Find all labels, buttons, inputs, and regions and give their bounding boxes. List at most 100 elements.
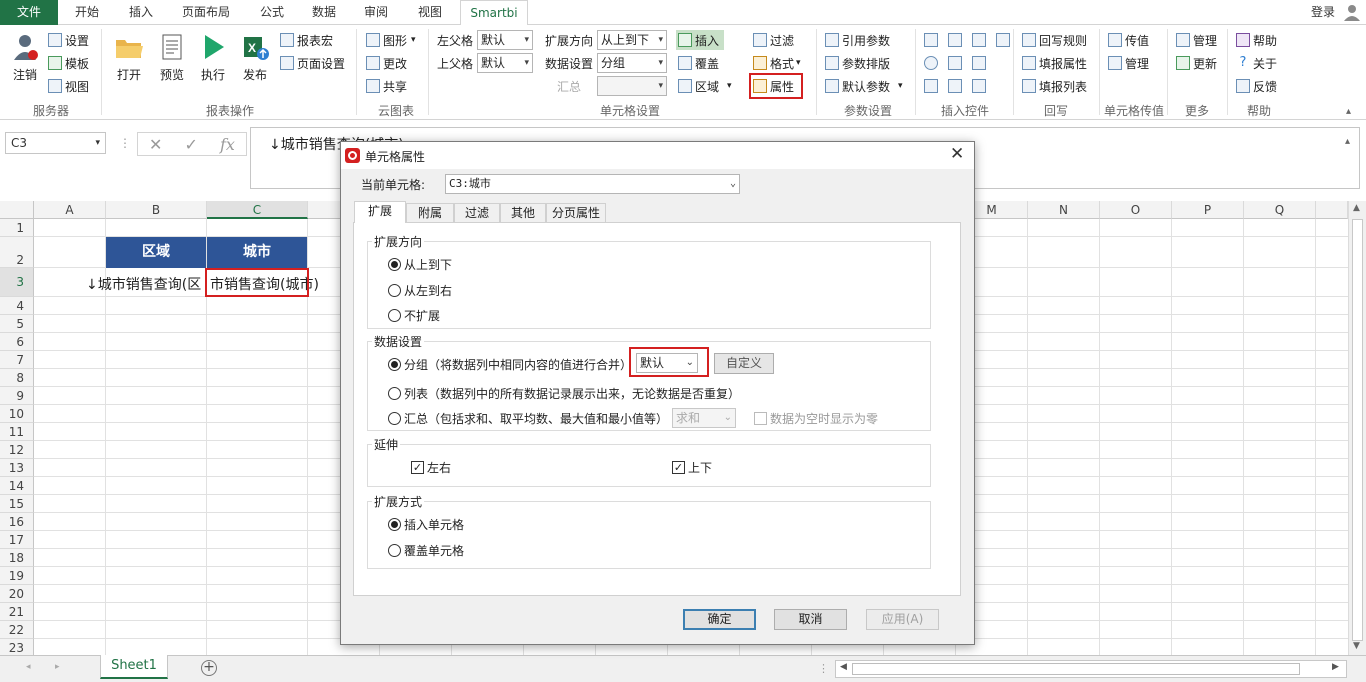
param-layout-button[interactable]: 参数排版 <box>825 53 890 73</box>
summary-func-select[interactable]: 求和 ⌄ <box>672 408 736 428</box>
header-cell-city[interactable]: 城市 <box>207 237 307 268</box>
scroll-up-icon[interactable]: ▲ <box>1353 203 1360 213</box>
format-button[interactable]: 格式 ▾ <box>753 53 801 73</box>
row-header[interactable]: 21 <box>0 603 34 621</box>
row-header[interactable]: 7 <box>0 351 34 369</box>
calendar-control-icon[interactable] <box>996 33 1010 47</box>
current-cell-select[interactable]: C3:城市 ⌄ <box>445 174 740 194</box>
extend-left-right-checkbox[interactable]: ✓ 左右 <box>411 459 451 476</box>
radio-control-icon[interactable] <box>924 56 938 70</box>
row-header[interactable]: 12 <box>0 441 34 459</box>
scroll-down-icon[interactable]: ▼ <box>1353 641 1360 651</box>
empty-as-zero-checkbox[interactable]: 数据为空时显示为零 <box>754 410 878 427</box>
row-header[interactable]: 5 <box>0 315 34 333</box>
combo-control-icon[interactable] <box>948 56 962 70</box>
column-header-selected[interactable]: C <box>207 201 308 219</box>
vertical-scrollbar[interactable]: ▲ ▼ <box>1348 201 1366 655</box>
column-header[interactable]: B <box>106 201 207 219</box>
cancel-button[interactable]: 取消 <box>774 609 847 630</box>
fill-property-button[interactable]: 填报属性 <box>1022 53 1087 73</box>
expand-direction-select[interactable]: 从上到下 ▾ <box>597 30 667 50</box>
manage-more-button[interactable]: 管理 <box>1176 30 1217 50</box>
insert-button[interactable]: 插入 <box>676 30 725 50</box>
left-parent-select[interactable]: 默认 ▾ <box>477 30 533 50</box>
tab-expand[interactable]: 扩展 <box>354 201 406 223</box>
report-macro-button[interactable]: 报表宏 <box>280 30 333 50</box>
row-header[interactable]: 18 <box>0 549 34 567</box>
help-button[interactable]: 帮助 <box>1236 30 1277 50</box>
row-header[interactable]: 8 <box>0 369 34 387</box>
filter-button[interactable]: 过滤 <box>753 30 794 50</box>
header-cell-region[interactable]: 区域 <box>106 237 206 268</box>
row-header[interactable]: 22 <box>0 621 34 639</box>
execute-button[interactable]: 执行 <box>196 32 230 83</box>
tab-attached[interactable]: 附属 <box>406 203 454 223</box>
logout-button[interactable]: 注销 <box>8 32 42 83</box>
row-header[interactable]: 4 <box>0 297 34 315</box>
horizontal-scroll-thumb[interactable] <box>852 663 1300 675</box>
column-header[interactable]: O <box>1100 201 1172 219</box>
row-header[interactable]: 9 <box>0 387 34 405</box>
tab-data[interactable]: 数据 <box>298 0 350 25</box>
column-header[interactable]: Q <box>1244 201 1316 219</box>
summary-select[interactable]: ▾ <box>597 76 667 96</box>
scroll-right-icon[interactable]: ▶ <box>1332 662 1339 672</box>
radio-group[interactable]: 分组（将数据列中相同内容的值进行合并） <box>388 356 632 373</box>
panel-control-icon[interactable] <box>972 33 986 47</box>
row-header[interactable]: 1 <box>0 219 34 237</box>
update-button[interactable]: 更新 <box>1176 53 1217 73</box>
enter-formula-icon[interactable]: ✓ <box>185 135 198 154</box>
row-header[interactable]: 10 <box>0 405 34 423</box>
graph-button[interactable]: 图形 ▾ <box>366 30 416 50</box>
listbox-control-icon[interactable] <box>948 33 962 47</box>
share-button[interactable]: 共享 <box>366 76 407 96</box>
scroll-left-icon[interactable]: ◀ <box>840 662 847 672</box>
login-link[interactable]: 登录 <box>1306 0 1340 25</box>
row-header[interactable]: 13 <box>0 459 34 477</box>
sheet-tab-sheet1[interactable]: Sheet1 <box>100 655 168 679</box>
tab-smartbi[interactable]: Smartbi <box>460 0 528 26</box>
checkbox-control-icon[interactable] <box>924 79 938 93</box>
row-header[interactable]: 14 <box>0 477 34 495</box>
user-avatar-icon[interactable] <box>1343 3 1361 21</box>
row-header[interactable]: 20 <box>0 585 34 603</box>
ok-button[interactable]: 确定 <box>683 609 756 630</box>
tab-view[interactable]: 视图 <box>404 0 456 25</box>
row-header[interactable]: 3 <box>0 268 34 297</box>
tab-paging[interactable]: 分页属性 <box>546 203 606 223</box>
page-setup-button[interactable]: 页面设置 <box>280 53 345 73</box>
row-header[interactable]: 6 <box>0 333 34 351</box>
tab-other[interactable]: 其他 <box>500 203 546 223</box>
tab-review[interactable]: 审阅 <box>350 0 402 25</box>
cancel-formula-icon[interactable]: ✕ <box>149 135 162 154</box>
default-param-button[interactable]: 默认参数 ▾ <box>825 76 903 96</box>
row-header[interactable]: 2 <box>0 237 34 268</box>
name-box[interactable]: C3 ▾ <box>5 132 106 154</box>
feedback-button[interactable]: 反馈 <box>1236 76 1277 96</box>
column-header[interactable]: A <box>34 201 106 219</box>
textbox-control-icon[interactable] <box>924 33 938 47</box>
tab-file[interactable]: 文件 <box>0 0 58 25</box>
pass-value-button[interactable]: 传值 <box>1108 30 1149 50</box>
view-button[interactable]: 视图 <box>48 76 89 96</box>
custom-button[interactable]: 自定义 <box>714 353 774 374</box>
collapse-ribbon-icon[interactable]: ▴ <box>1346 106 1351 117</box>
settings-button[interactable]: 设置 <box>48 30 89 50</box>
scroll-thumb[interactable] <box>1352 219 1363 641</box>
row-header[interactable]: 17 <box>0 531 34 549</box>
tab-splitter-icon[interactable]: ⋮ <box>818 662 829 675</box>
label-control-icon[interactable] <box>972 79 986 93</box>
row-header[interactable]: 23 <box>0 639 34 655</box>
preview-button[interactable]: 预览 <box>155 32 189 83</box>
open-button[interactable]: 打开 <box>112 32 146 83</box>
insert-function-icon[interactable]: fx <box>220 135 235 154</box>
fill-list-button[interactable]: 填报列表 <box>1022 76 1087 96</box>
tab-filter[interactable]: 过滤 <box>454 203 500 223</box>
horizontal-scrollbar[interactable]: ◀ ▶ <box>835 660 1347 678</box>
radio-top-to-bottom[interactable]: 从上到下 <box>388 256 452 273</box>
collapse-formula-icon[interactable]: ▴ <box>1345 136 1350 147</box>
tab-insert[interactable]: 插入 <box>115 0 167 25</box>
radio-list[interactable]: 列表（数据列中的所有数据记录展示出来，无论数据是否重复） <box>388 385 740 402</box>
radio-insert-cells[interactable]: 插入单元格 <box>388 516 464 533</box>
region-button[interactable]: 区域 ▾ <box>678 76 732 96</box>
